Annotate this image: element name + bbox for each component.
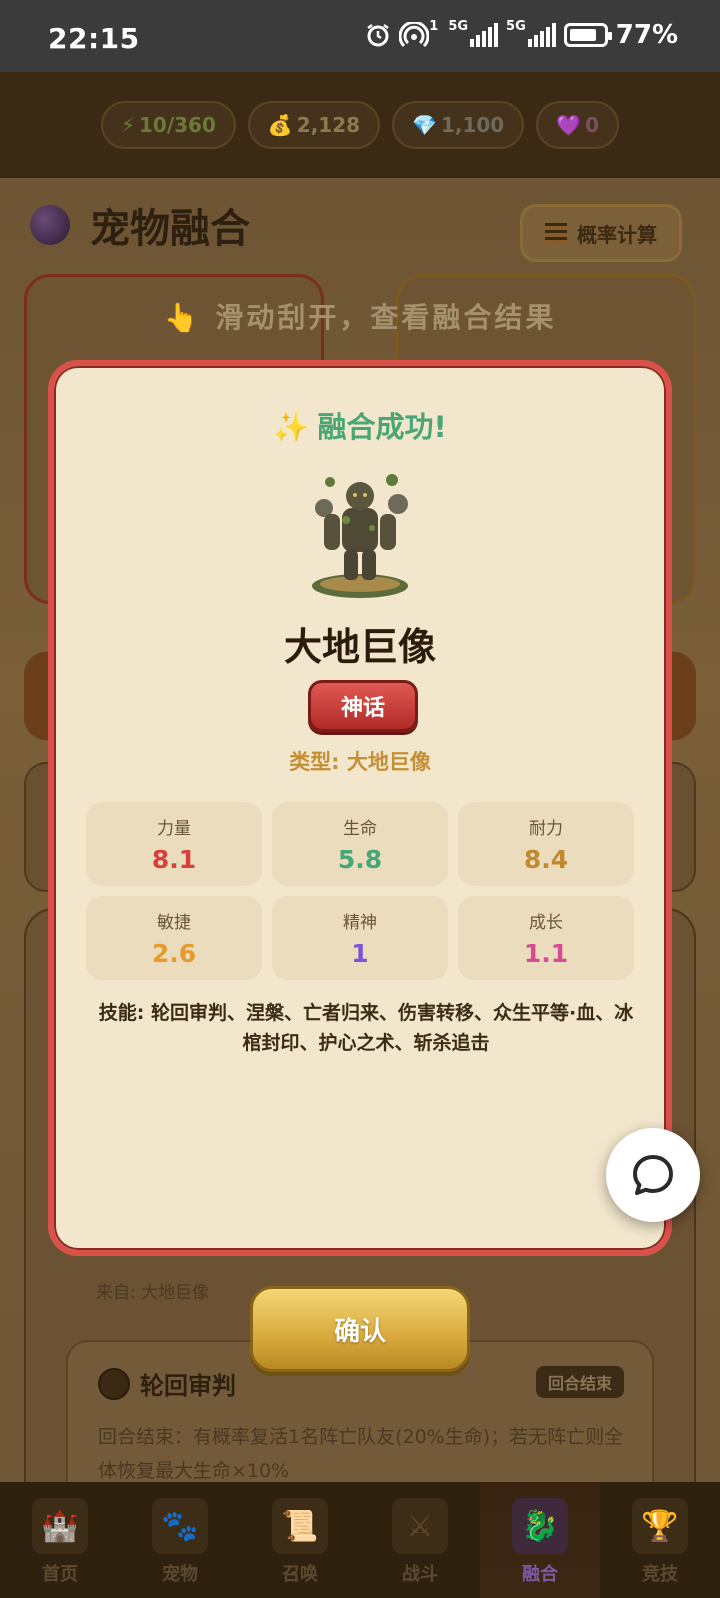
earth-golem-portrait (312, 474, 408, 598)
battery-level: 77% (615, 20, 678, 50)
stat-value: 1.1 (523, 939, 569, 968)
gold-pill[interactable]: 💰 2,128 (247, 101, 381, 149)
fusion-result-modal: ✨ 融合成功! 大地巨像 神话 类型: 大地巨像 力量 8.1 生命 5.8 耐力 8.… (48, 360, 672, 1256)
fusion-success-text: 融合成功! (317, 410, 447, 444)
stat-label: 精神 (343, 913, 377, 933)
energy-pill[interactable]: ⚡ 10/360 (100, 101, 236, 149)
battery-icon (563, 23, 612, 47)
stat-stamina: 耐力 8.4 (458, 802, 634, 886)
stat-value: 5.8 (337, 845, 383, 874)
stat-label: 成长 (529, 913, 563, 933)
skill-source-text: 来自: 大地巨像 (96, 1283, 210, 1303)
castle-icon: 🏰 (32, 1498, 88, 1554)
energy-icon: ⚡ (120, 113, 135, 137)
stat-strength: 力量 8.1 (86, 802, 262, 886)
sparkles-icon: ✨ (273, 410, 310, 444)
trophy-icon: 🏆 (632, 1498, 688, 1554)
stat-value: 8.1 (151, 845, 197, 874)
nav-home[interactable]: 🏰 首页 (0, 1482, 120, 1598)
nav-home-label: 首页 (42, 1564, 78, 1585)
pet-name: 大地巨像 (283, 625, 436, 669)
status-bar: 22:15 1 5G 5G 77% (0, 0, 720, 72)
hotspot-count: 1 (429, 19, 439, 34)
fusion-success-title: ✨ 融合成功! (54, 404, 666, 446)
page-title: 宠物融合 (90, 206, 250, 252)
pointing-hand-icon: 👆 (163, 301, 202, 334)
confirm-button[interactable]: 确认 (250, 1286, 470, 1372)
stat-agility: 敏捷 2.6 (86, 896, 262, 980)
probability-calc-label: 概率计算 (577, 222, 657, 247)
heart-icon: 💜 (556, 113, 582, 137)
signal-sim2-icon: 5G (506, 20, 556, 50)
crystal-ball-icon (30, 205, 70, 245)
heart-pill[interactable]: 💜 0 (536, 101, 620, 149)
stat-value: 1 (351, 939, 369, 968)
stat-value: 2.6 (151, 939, 197, 968)
rarity-badge: 神话 (308, 680, 418, 732)
stat-label: 敏捷 (157, 913, 191, 933)
page-title-row: 宠物融合 (30, 196, 250, 254)
skills-list: 技能: 轮回审判、涅槃、亡者归来、伤害转移、众生平等·血、冰棺封印、护心之术、斩… (98, 1002, 634, 1054)
energy-value: 10/360 (138, 113, 216, 137)
stat-label: 力量 (157, 819, 191, 839)
nav-battle-label: 战斗 (402, 1564, 438, 1585)
dragon-icon: 🐉 (512, 1498, 568, 1554)
gem-icon: 💎 (412, 113, 437, 137)
skill-description: 回合结束：有概率复活1名阵亡队友(20%生命)；若无阵亡则全体恢复最大生命×10… (98, 1426, 624, 1482)
skill-name: 轮回审判 (140, 1372, 236, 1400)
sim1-network-label: 5G (448, 19, 469, 34)
gem-value: 1,100 (440, 113, 505, 137)
signal-sim1-icon: 5G (448, 19, 499, 50)
sim2-network-label: 5G (506, 19, 526, 34)
nav-fusion[interactable]: 🐉 融合 (480, 1482, 600, 1598)
skill-medal-icon (98, 1367, 130, 1400)
nav-fusion-label: 融合 (522, 1564, 558, 1585)
stat-label: 耐力 (529, 819, 563, 839)
crossed-swords-icon: ⚔ (392, 1498, 448, 1554)
stat-label: 生命 (343, 819, 377, 839)
scroll-icon: 📜 (272, 1498, 328, 1554)
chat-button[interactable] (606, 1128, 700, 1222)
pet-type: 类型: 大地巨像 (289, 750, 431, 774)
scratch-hint-text: 滑动刮开，查看融合结果 (215, 301, 557, 334)
abacus-icon (545, 223, 567, 243)
stat-spirit: 精神 1 (272, 896, 448, 980)
stats-grid: 力量 8.1 生命 5.8 耐力 8.4 敏捷 2.6 精神 1 成长 1.1 (86, 802, 634, 980)
probability-calc-button[interactable]: 概率计算 (520, 204, 682, 262)
hotspot-icon: 1 (399, 20, 440, 50)
gold-icon: 💰 (267, 113, 293, 137)
resource-bar: ⚡ 10/360 💰 2,128 💎 1,100 💜 0 (0, 72, 720, 178)
status-time: 22:15 (48, 22, 140, 55)
stat-health: 生命 5.8 (272, 802, 448, 886)
stat-growth: 成长 1.1 (458, 896, 634, 980)
gold-value: 2,128 (296, 113, 361, 137)
nav-arena[interactable]: 🏆 竞技 (600, 1482, 720, 1598)
skill-name-row: 轮回审判 (98, 1366, 236, 1401)
nav-summon[interactable]: 📜 召唤 (240, 1482, 360, 1598)
skill-trigger-tag: 回合结束 (535, 1366, 624, 1398)
scratch-hint: 👆 滑动刮开，查看融合结果 (0, 296, 720, 336)
nav-pets[interactable]: 🐾 宠物 (120, 1482, 240, 1598)
nav-pets-label: 宠物 (162, 1564, 198, 1585)
bottom-nav: 🏰 首页 🐾 宠物 📜 召唤 ⚔ 战斗 🐉 融合 🏆 竞技 (0, 1482, 720, 1598)
alarm-icon (365, 20, 391, 50)
gem-pill[interactable]: 💎 1,100 (392, 101, 525, 149)
chat-bubble-icon (633, 1155, 673, 1195)
status-icons: 1 5G 5G 77% (365, 20, 678, 50)
paw-icon: 🐾 (152, 1498, 208, 1554)
nav-battle[interactable]: ⚔ 战斗 (360, 1482, 480, 1598)
stat-value: 8.4 (523, 845, 569, 874)
nav-summon-label: 召唤 (282, 1564, 318, 1585)
heart-value: 0 (585, 113, 600, 137)
nav-arena-label: 竞技 (642, 1564, 678, 1585)
